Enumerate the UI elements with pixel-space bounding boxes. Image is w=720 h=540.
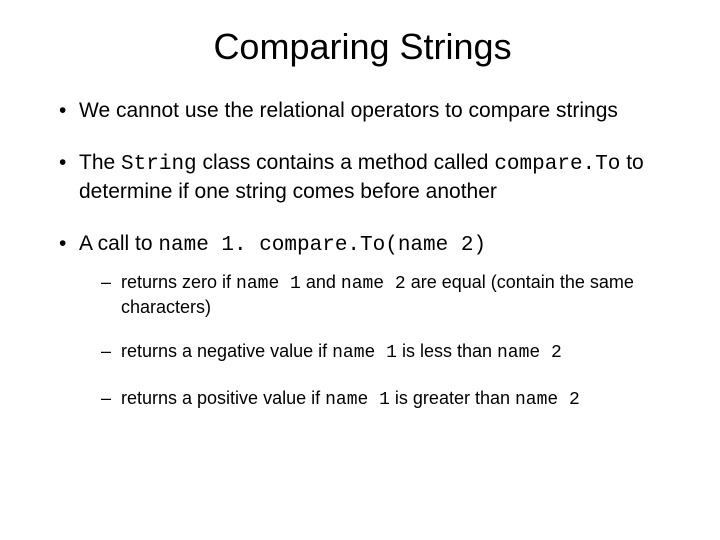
bullet-list: We cannot use the relational operators t… xyxy=(55,98,670,411)
sub-2-code-2: name 2 xyxy=(497,343,562,363)
sub-3-code-2: name 2 xyxy=(515,390,580,410)
sub-1-a: returns zero if xyxy=(121,272,236,292)
slide-title: Comparing Strings xyxy=(55,26,670,68)
bullet-2-code-1: String xyxy=(121,153,197,176)
sub-list: returns zero if name 1 and name 2 are eq… xyxy=(101,271,670,411)
bullet-3: A call to name 1. compare.To(name 2) ret… xyxy=(55,231,670,411)
sub-2-code-1: name 1 xyxy=(332,343,397,363)
bullet-2: The String class contains a method calle… xyxy=(55,150,670,205)
sub-1-b: and xyxy=(301,272,341,292)
sub-3-b: is greater than xyxy=(390,388,515,408)
sub-2-b: is less than xyxy=(397,341,497,361)
bullet-3-code: name 1. compare.To(name 2) xyxy=(158,234,486,257)
sub-2: returns a negative value if name 1 is le… xyxy=(101,340,670,365)
slide: Comparing Strings We cannot use the rela… xyxy=(0,0,720,540)
sub-3-code-1: name 1 xyxy=(325,390,390,410)
sub-1: returns zero if name 1 and name 2 are eq… xyxy=(101,271,670,318)
sub-1-code-1: name 1 xyxy=(236,274,301,294)
sub-3-a: returns a positive value if xyxy=(121,388,325,408)
bullet-1: We cannot use the relational operators t… xyxy=(55,98,670,124)
bullet-1-text: We cannot use the relational operators t… xyxy=(79,99,618,122)
sub-3: returns a positive value if name 1 is gr… xyxy=(101,387,670,412)
sub-2-a: returns a negative value if xyxy=(121,341,332,361)
bullet-2-text-a: The xyxy=(79,151,121,174)
bullet-2-text-b: class contains a method called xyxy=(197,151,495,174)
bullet-3-text-a: A call to xyxy=(79,232,158,255)
sub-1-code-2: name 2 xyxy=(341,274,406,294)
bullet-2-code-2: compare.To xyxy=(494,153,620,176)
